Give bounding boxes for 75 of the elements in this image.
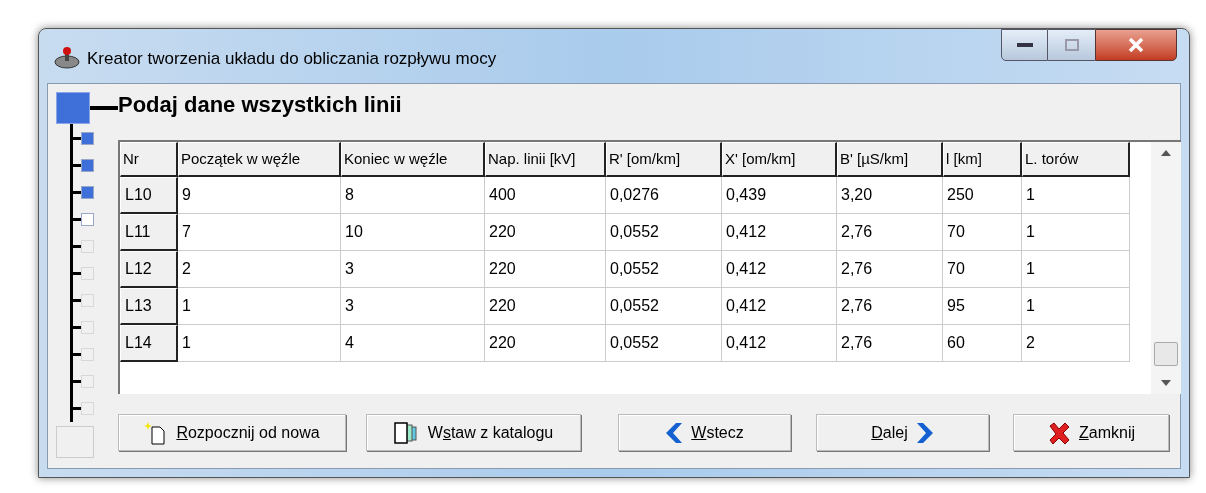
table-cell: 220 [485, 251, 606, 288]
new-button[interactable]: Rozpocznij od nowa [118, 414, 346, 451]
maximize-button[interactable] [1048, 29, 1095, 61]
close-button[interactable] [1095, 29, 1177, 61]
table-cell: 400 [485, 177, 606, 214]
table-cell: 0,0552 [606, 288, 722, 325]
scroll-up-icon[interactable] [1161, 150, 1171, 156]
table-cell: 1 [1022, 288, 1130, 325]
table-cell: 95 [943, 288, 1022, 325]
table-cell: 10 [341, 214, 485, 251]
table-cell: 4 [341, 325, 485, 362]
table-cell: 1 [1022, 214, 1130, 251]
table-cell: 3,20 [837, 177, 943, 214]
column-header: Początek w węźle [178, 142, 341, 177]
current-step-marker [56, 92, 90, 124]
table-cell: 1 [1022, 251, 1130, 288]
close-icon [1128, 38, 1144, 52]
next-button[interactable]: Dalej [816, 414, 989, 451]
table-cell: 70 [943, 214, 1022, 251]
close-button[interactable]: Zamknij [1013, 414, 1169, 451]
catalog-button[interactable]: Wstaw z katalogu [366, 414, 581, 451]
table-cell: 2,76 [837, 251, 943, 288]
table-cell: 0,0276 [606, 177, 722, 214]
table-cell: 60 [943, 325, 1022, 362]
table-cell: 220 [485, 214, 606, 251]
table-cell: 220 [485, 288, 606, 325]
table-cell: 2,76 [837, 288, 943, 325]
table-cell: 250 [943, 177, 1022, 214]
catalog-icon [393, 421, 420, 444]
cross-icon [1047, 420, 1071, 445]
table-cell: 0,0552 [606, 325, 722, 362]
scroll-thumb[interactable] [1154, 342, 1178, 366]
column-header: Nap. linii [kV] [485, 142, 606, 177]
table-cell: 1 [1022, 177, 1130, 214]
row-header: L12 [120, 251, 178, 288]
row-header: L11 [120, 214, 178, 251]
table-cell: 0,412 [722, 251, 837, 288]
table-cell: 0,439 [722, 177, 837, 214]
left-arrow-icon [665, 421, 684, 444]
table-cell: 0,0552 [606, 214, 722, 251]
column-header: Nr [120, 142, 178, 177]
table-cell: 0,412 [722, 288, 837, 325]
table-cell: 0,0552 [606, 251, 722, 288]
column-header: L. torów [1022, 142, 1130, 177]
table-cell: 2,76 [837, 325, 943, 362]
row-header: L14 [120, 325, 178, 362]
table-cell: 1 [178, 325, 341, 362]
minimize-button[interactable] [1001, 29, 1048, 61]
row-header: L13 [120, 288, 178, 325]
table-cell: 0,412 [722, 214, 837, 251]
back-button[interactable]: Wstecz [618, 414, 791, 451]
column-header: B' [µS/km] [837, 142, 943, 177]
column-header: R' [om/km] [606, 142, 722, 177]
table-cell: 0,412 [722, 325, 837, 362]
table-cell: 9 [178, 177, 341, 214]
step-panel [56, 426, 94, 458]
right-arrow-icon [915, 421, 934, 444]
column-header: l [km] [943, 142, 1022, 177]
page-heading: Podaj dane wszystkich linii [118, 91, 403, 119]
table-cell: 2,76 [837, 214, 943, 251]
table-cell: 70 [943, 251, 1022, 288]
table-cell: 2 [1022, 325, 1130, 362]
table-cell: 3 [341, 251, 485, 288]
table-cell: 220 [485, 325, 606, 362]
table-cell: 7 [178, 214, 341, 251]
joystick-icon [53, 45, 81, 69]
row-header: L10 [120, 177, 178, 214]
column-header: Koniec w węźle [341, 142, 485, 177]
scroll-down-icon[interactable] [1161, 380, 1171, 386]
table-cell: 8 [341, 177, 485, 214]
table-cell: 2 [178, 251, 341, 288]
window-title: Kreator tworzenia układu do obliczania rozpływu mocy [87, 48, 497, 70]
column-header: X' [om/km] [722, 142, 837, 177]
table-cell: 1 [178, 288, 341, 325]
table-cell: 3 [341, 288, 485, 325]
